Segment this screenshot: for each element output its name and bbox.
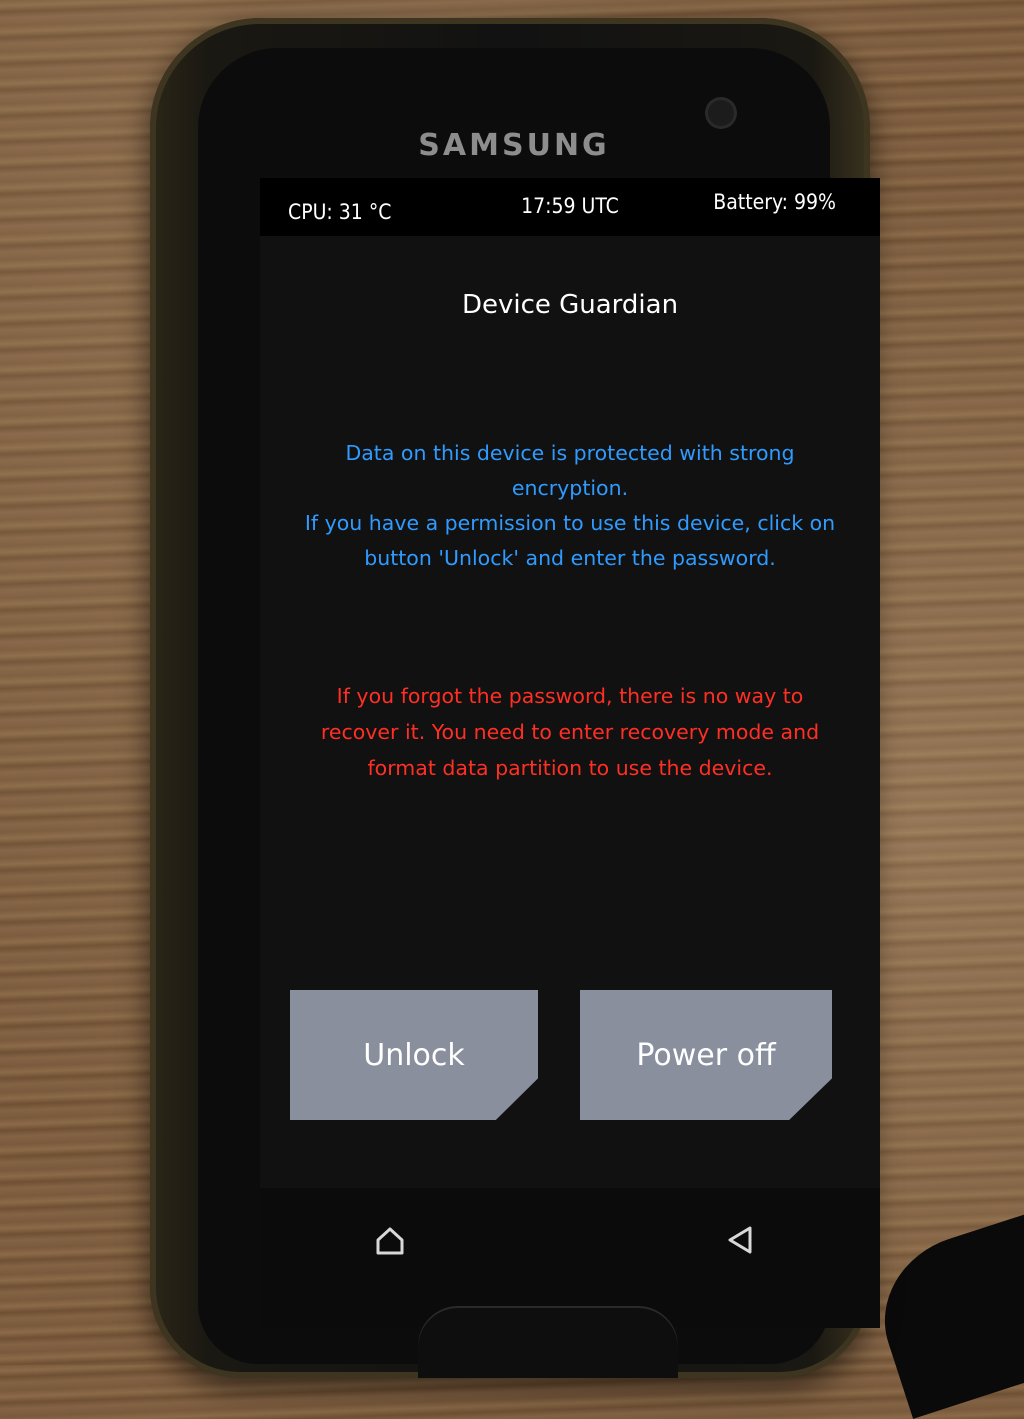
power-off-button[interactable]: Power off xyxy=(580,990,832,1120)
phone-body: SAMSUNG CPU: 31 °C 17:59 UTC Battery: 99… xyxy=(150,18,880,1378)
phone-bezel: SAMSUNG CPU: 31 °C 17:59 UTC Battery: 99… xyxy=(198,48,880,1378)
page-title: Device Guardian xyxy=(461,290,679,320)
home-icon[interactable] xyxy=(370,1220,410,1260)
back-icon[interactable] xyxy=(720,1220,760,1260)
info-line: If you have a permission to use this dev… xyxy=(304,511,836,535)
info-line: Data on this device is protected with st… xyxy=(345,441,795,500)
brand-logo: SAMSUNG xyxy=(418,128,610,163)
unlock-button[interactable]: Unlock xyxy=(290,990,538,1120)
info-message: Data on this device is protected with st… xyxy=(290,436,850,576)
physical-home-key xyxy=(418,1308,678,1378)
battery-level: Battery: 99% xyxy=(713,190,836,214)
navigation-bar xyxy=(260,1188,880,1328)
screen: CPU: 31 °C 17:59 UTC Battery: 99% Device… xyxy=(260,178,880,1188)
info-line: button 'Unlock' and enter the password. xyxy=(364,546,776,570)
front-camera xyxy=(708,100,734,126)
power-off-button-label: Power off xyxy=(636,1037,776,1073)
warning-line: recover it. You need to enter recovery m… xyxy=(320,720,820,744)
status-bar: CPU: 31 °C 17:59 UTC Battery: 99% xyxy=(260,178,880,236)
unlock-button-label: Unlock xyxy=(363,1037,465,1073)
warning-line: If you forgot the password, there is no … xyxy=(336,684,804,708)
warning-message: If you forgot the password, there is no … xyxy=(290,678,850,786)
warning-line: format data partition to use the device. xyxy=(367,756,773,780)
